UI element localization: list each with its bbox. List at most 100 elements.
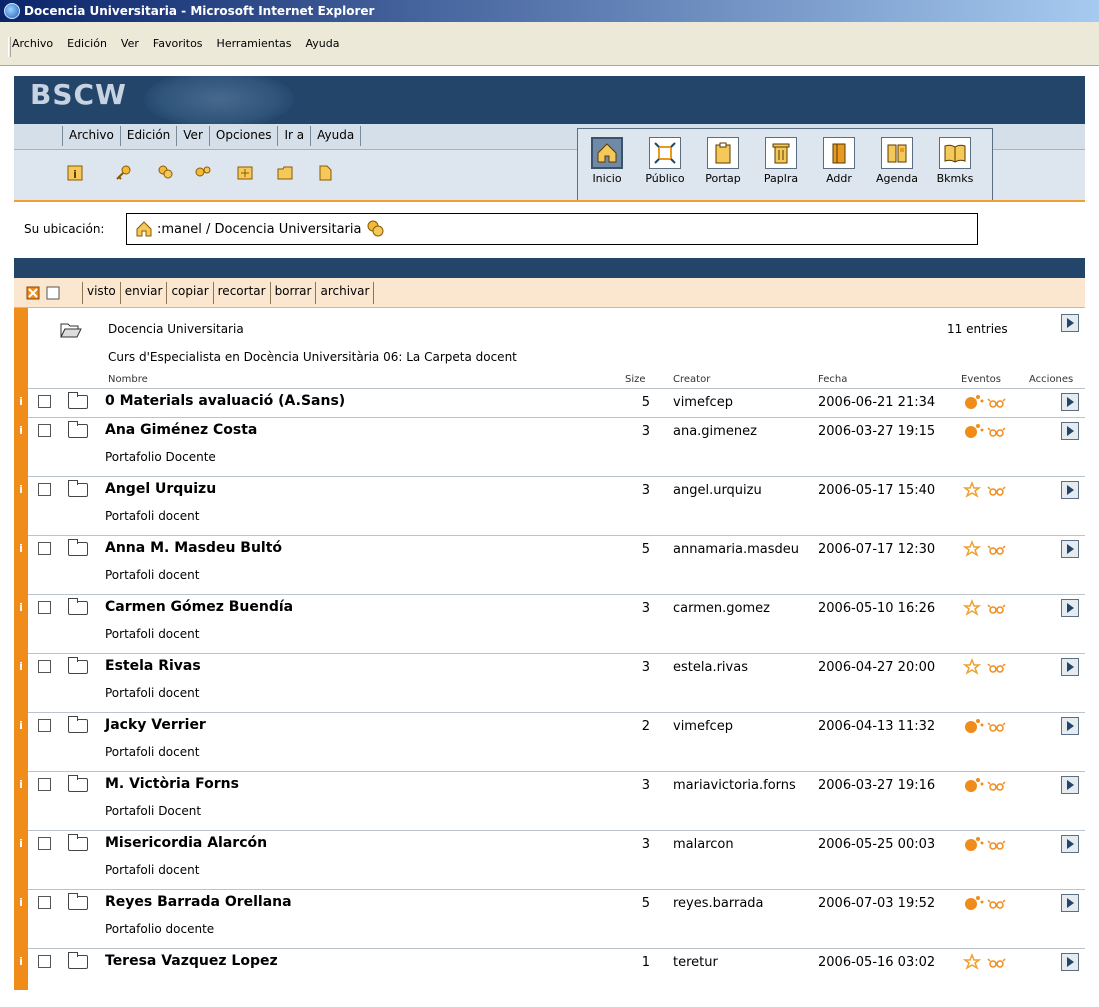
info-icon[interactable]: i (14, 778, 28, 791)
row-checkbox[interactable] (38, 778, 51, 791)
changed-event-icon[interactable] (963, 658, 1013, 676)
toolbar-grip[interactable] (8, 37, 11, 57)
action-borrar[interactable]: borrar (271, 282, 317, 304)
folder-icon[interactable] (68, 392, 88, 409)
row-checkbox[interactable] (38, 542, 51, 555)
tool-paplra[interactable]: Paplra (756, 137, 806, 185)
bscw-menu-opciones[interactable]: Opciones (210, 126, 279, 146)
row-checkbox[interactable] (38, 955, 51, 968)
entry-actions-button[interactable] (1061, 599, 1079, 617)
ie-menu-ayuda[interactable]: Ayuda (305, 37, 339, 50)
entry-creator[interactable]: reyes.barrada (673, 896, 764, 911)
members-icon[interactable] (156, 164, 174, 182)
deselect-all-icon[interactable] (46, 286, 60, 300)
bscw-menu-ayuda[interactable]: Ayuda (311, 126, 362, 146)
info-icon[interactable]: i (14, 542, 28, 555)
entry-name[interactable]: Anna M. Masdeu Bultó (105, 540, 282, 556)
entry-name[interactable]: Angel Urquizu (105, 481, 216, 497)
info-icon[interactable]: i (14, 955, 28, 968)
action-recortar[interactable]: recortar (214, 282, 271, 304)
ie-menu-ver[interactable]: Ver (121, 37, 139, 50)
info-icon[interactable]: i (14, 896, 28, 909)
row-checkbox[interactable] (38, 837, 51, 850)
new-folder-icon[interactable] (276, 164, 294, 182)
entry-name[interactable]: Misericordia Alarcón (105, 835, 267, 851)
column-header-date[interactable]: Fecha (818, 374, 847, 385)
entry-name[interactable]: 0 Materials avaluació (A.Sans) (105, 393, 345, 409)
action-copiar[interactable]: copiar (167, 282, 214, 304)
bscw-menu-edicion[interactable]: Edición (121, 126, 178, 146)
info-icon[interactable]: i (14, 719, 28, 732)
entry-actions-button[interactable] (1061, 953, 1079, 971)
info-icon[interactable]: i (14, 483, 28, 496)
info-icon[interactable]: i (14, 660, 28, 673)
info-icon[interactable]: i (14, 601, 28, 614)
folder-icon[interactable] (68, 834, 88, 851)
entry-creator[interactable]: estela.rivas (673, 660, 748, 675)
new-event-icon[interactable] (963, 894, 1013, 912)
bscw-menu-ir-a[interactable]: Ir a (278, 126, 312, 146)
row-checkbox[interactable] (38, 601, 51, 614)
entry-actions-button[interactable] (1061, 776, 1079, 794)
row-checkbox[interactable] (38, 395, 51, 408)
location-path-text[interactable]: :manel / Docencia Universitaria (157, 222, 361, 237)
ie-menu-archivo[interactable]: Archivo (12, 37, 53, 50)
row-checkbox[interactable] (38, 660, 51, 673)
folder-icon[interactable] (68, 893, 88, 910)
row-checkbox[interactable] (38, 896, 51, 909)
bscw-menu-ver[interactable]: Ver (177, 126, 210, 146)
tool-bkmks[interactable]: Bkmks (930, 137, 980, 185)
folder-icon[interactable] (68, 775, 88, 792)
action-enviar[interactable]: enviar (121, 282, 168, 304)
entry-name[interactable]: M. Victòria Forns (105, 776, 239, 792)
ie-menu-favoritos[interactable]: Favoritos (153, 37, 203, 50)
folder-icon[interactable] (68, 480, 88, 497)
select-all-icon[interactable] (26, 286, 40, 300)
entry-actions-button[interactable] (1061, 894, 1079, 912)
entry-creator[interactable]: carmen.gomez (673, 601, 770, 616)
folder-icon[interactable] (68, 421, 88, 438)
row-checkbox[interactable] (38, 719, 51, 732)
folder-actions-button[interactable] (1061, 314, 1079, 332)
new-event-icon[interactable] (963, 717, 1013, 735)
entry-name[interactable]: Ana Giménez Costa (105, 422, 257, 438)
entry-name[interactable]: Carmen Gómez Buendía (105, 599, 293, 615)
action-visto[interactable]: visto (83, 282, 121, 304)
column-header-creator[interactable]: Creator (673, 374, 710, 385)
bscw-menu-archivo[interactable]: Archivo (63, 126, 121, 146)
new-event-icon[interactable] (963, 835, 1013, 853)
tool-agenda[interactable]: Agenda (872, 137, 922, 185)
column-header-size[interactable]: Size (625, 374, 646, 385)
folder-icon[interactable] (68, 952, 88, 969)
folder-icon[interactable] (68, 716, 88, 733)
entry-name[interactable]: Estela Rivas (105, 658, 201, 674)
invite-icon[interactable] (194, 164, 212, 182)
entry-name[interactable]: Reyes Barrada Orellana (105, 894, 292, 910)
tool-publico[interactable]: Público (640, 137, 690, 185)
entry-name[interactable]: Teresa Vazquez Lopez (105, 953, 278, 969)
entry-creator[interactable]: annamaria.masdeu (673, 542, 799, 557)
entry-creator[interactable]: vimefcep (673, 395, 733, 410)
folder-icon[interactable] (68, 657, 88, 674)
info-icon[interactable]: i (66, 164, 84, 182)
changed-event-icon[interactable] (963, 540, 1013, 558)
changed-event-icon[interactable] (963, 599, 1013, 617)
new-document-icon[interactable] (316, 164, 334, 182)
entry-actions-button[interactable] (1061, 540, 1079, 558)
entry-actions-button[interactable] (1061, 481, 1079, 499)
entry-creator[interactable]: ana.gimenez (673, 424, 757, 439)
entry-creator[interactable]: teretur (673, 955, 718, 970)
tool-inicio[interactable]: Inicio (582, 137, 632, 185)
tool-addr[interactable]: Addr (814, 137, 864, 185)
folder-icon[interactable] (68, 598, 88, 615)
changed-event-icon[interactable] (963, 481, 1013, 499)
entry-creator[interactable]: angel.urquizu (673, 483, 762, 498)
home-icon[interactable] (135, 220, 153, 238)
entry-creator[interactable]: vimefcep (673, 719, 733, 734)
info-icon[interactable]: i (14, 395, 28, 408)
entry-actions-button[interactable] (1061, 717, 1079, 735)
entry-actions-button[interactable] (1061, 393, 1079, 411)
info-icon[interactable]: i (14, 424, 28, 437)
new-event-icon[interactable] (963, 422, 1013, 440)
ie-menu-edicion[interactable]: Edición (67, 37, 107, 50)
